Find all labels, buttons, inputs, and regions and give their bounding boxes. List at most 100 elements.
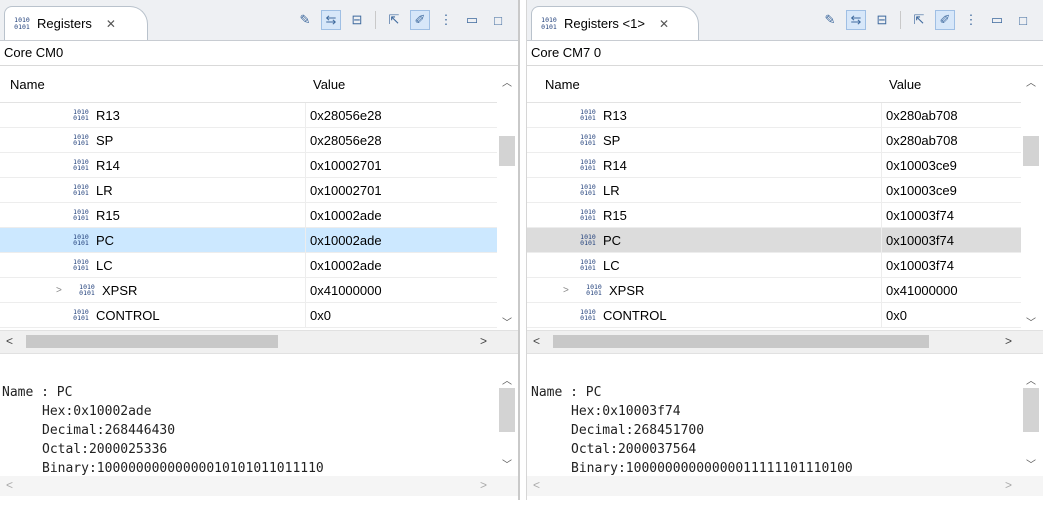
column-header-name[interactable]: Name bbox=[527, 77, 881, 92]
maximize-icon[interactable]: □ bbox=[1013, 10, 1033, 30]
registers-tab[interactable]: 1010 0101 Registers ✕ bbox=[4, 6, 148, 40]
register-value[interactable]: 0x10002701 bbox=[310, 158, 382, 173]
export-icon[interactable]: ⇱ bbox=[909, 10, 929, 30]
register-value[interactable]: 0x10003f74 bbox=[886, 258, 954, 273]
register-value[interactable]: 0x10002ade bbox=[310, 233, 382, 248]
table-row[interactable]: 1010 0101 R13 0x280ab708 bbox=[527, 103, 1021, 128]
scroll-right-arrow-icon[interactable]: > bbox=[480, 334, 487, 348]
register-icon: 1010 0101 bbox=[580, 232, 596, 247]
register-value[interactable]: 0x41000000 bbox=[310, 283, 382, 298]
scrollbar-thumb[interactable] bbox=[499, 388, 515, 432]
register-value[interactable]: 0x10003ce9 bbox=[886, 158, 957, 173]
edit-icon[interactable]: ✐ bbox=[410, 10, 430, 30]
column-header-name[interactable]: Name bbox=[0, 77, 305, 92]
table-row[interactable]: 1010 0101 R14 0x10002701 bbox=[0, 153, 497, 178]
registers-tab[interactable]: 1010 0101 Registers <1> ✕ bbox=[531, 6, 699, 40]
scroll-up-arrow-icon[interactable]: ︿ bbox=[497, 74, 517, 89]
scroll-right-arrow-icon[interactable]: > bbox=[1005, 334, 1012, 348]
scroll-up-arrow-icon[interactable]: ︿ bbox=[1021, 74, 1041, 89]
collapse-all-icon[interactable]: ⊟ bbox=[347, 10, 367, 30]
scroll-up-arrow-icon[interactable]: ︿ bbox=[1021, 372, 1041, 387]
register-value[interactable]: 0x10002ade bbox=[310, 208, 382, 223]
scroll-down-arrow-icon[interactable]: ﹀ bbox=[1021, 314, 1041, 329]
maximize-icon[interactable]: □ bbox=[488, 10, 508, 30]
register-name: R14 bbox=[96, 157, 120, 173]
register-icon: 1010 0101 bbox=[14, 16, 30, 31]
table-row[interactable]: 1010 0101 SP 0x280ab708 bbox=[527, 128, 1021, 153]
expand-chevron-icon[interactable]: > bbox=[563, 285, 573, 296]
table-row[interactable]: 1010 0101 SP 0x28056e28 bbox=[0, 128, 497, 153]
scroll-down-arrow-icon[interactable]: ﹀ bbox=[497, 314, 517, 329]
register-value[interactable]: 0x0 bbox=[886, 308, 907, 323]
table-row[interactable]: 1010 0101 R14 0x10003ce9 bbox=[527, 153, 1021, 178]
register-value[interactable]: 0x28056e28 bbox=[310, 133, 382, 148]
table-row-selected[interactable]: 1010 0101 PC 0x10003f74 bbox=[527, 228, 1021, 253]
register-value[interactable]: 0x28056e28 bbox=[310, 108, 382, 123]
add-register-group-icon[interactable]: ✎ bbox=[295, 10, 315, 30]
sync-icon[interactable]: ⇆ bbox=[846, 10, 866, 30]
register-name: XPSR bbox=[102, 282, 138, 298]
register-value[interactable]: 0x10003ce9 bbox=[886, 183, 957, 198]
table-row[interactable]: 1010 0101 R15 0x10003f74 bbox=[527, 203, 1021, 228]
view-tab-bar: 1010 0101 Registers <1> ✕ ✎ ⇆ ⊟ ⇱ ✐ ⋮ ▭ □ bbox=[527, 0, 1043, 41]
close-tab-icon[interactable]: ✕ bbox=[106, 17, 116, 31]
scroll-down-arrow-icon[interactable]: ﹀ bbox=[497, 456, 517, 471]
table-row[interactable]: >1010 0101 XPSR 0x41000000 bbox=[0, 278, 497, 303]
register-value[interactable]: 0x280ab708 bbox=[886, 108, 958, 123]
scrollbar-thumb[interactable] bbox=[26, 335, 278, 348]
table-vertical-scrollbar[interactable]: ︿ ﹀ bbox=[1021, 66, 1041, 332]
scroll-left-arrow-icon[interactable]: < bbox=[6, 478, 13, 492]
table-row[interactable]: >1010 0101 XPSR 0x41000000 bbox=[527, 278, 1021, 303]
details-horizontal-scrollbar[interactable]: < > bbox=[527, 476, 1043, 496]
register-value[interactable]: 0x10003f74 bbox=[886, 208, 954, 223]
minimize-icon[interactable]: ▭ bbox=[987, 10, 1007, 30]
table-row[interactable]: 1010 0101 LR 0x10003ce9 bbox=[527, 178, 1021, 203]
details-horizontal-scrollbar[interactable]: < > bbox=[0, 476, 518, 496]
table-horizontal-scrollbar[interactable]: < > bbox=[527, 330, 1043, 354]
table-row[interactable]: 1010 0101 CONTROL 0x0 bbox=[527, 303, 1021, 328]
details-vertical-scrollbar[interactable]: ︿ ﹀ bbox=[1021, 364, 1041, 474]
register-value[interactable]: 0x10002ade bbox=[310, 258, 382, 273]
table-row[interactable]: 1010 0101 R13 0x28056e28 bbox=[0, 103, 497, 128]
register-value[interactable]: 0x10003f74 bbox=[886, 233, 954, 248]
scroll-right-arrow-icon[interactable]: > bbox=[480, 478, 487, 492]
register-value[interactable]: 0x10002701 bbox=[310, 183, 382, 198]
register-value[interactable]: 0x280ab708 bbox=[886, 133, 958, 148]
scroll-left-arrow-icon[interactable]: < bbox=[533, 478, 540, 492]
collapse-all-icon[interactable]: ⊟ bbox=[872, 10, 892, 30]
view-menu-icon[interactable]: ⋮ bbox=[961, 10, 981, 30]
scrollbar-thumb[interactable] bbox=[1023, 388, 1039, 432]
table-row[interactable]: 1010 0101 LC 0x10003f74 bbox=[527, 253, 1021, 278]
table-row[interactable]: 1010 0101 LR 0x10002701 bbox=[0, 178, 497, 203]
table-vertical-scrollbar[interactable]: ︿ ﹀ bbox=[497, 66, 517, 332]
scroll-left-arrow-icon[interactable]: < bbox=[533, 334, 540, 348]
scrollbar-thumb[interactable] bbox=[499, 136, 515, 166]
table-horizontal-scrollbar[interactable]: < > bbox=[0, 330, 518, 354]
register-value[interactable]: 0x41000000 bbox=[886, 283, 958, 298]
view-menu-icon[interactable]: ⋮ bbox=[436, 10, 456, 30]
register-value[interactable]: 0x0 bbox=[310, 308, 331, 323]
close-tab-icon[interactable]: ✕ bbox=[659, 17, 669, 31]
scroll-up-arrow-icon[interactable]: ︿ bbox=[497, 372, 517, 387]
table-row[interactable]: 1010 0101 LC 0x10002ade bbox=[0, 253, 497, 278]
expand-chevron-icon[interactable]: > bbox=[56, 285, 66, 296]
scrollbar-thumb[interactable] bbox=[553, 335, 929, 348]
register-name: PC bbox=[96, 232, 115, 248]
register-name: LR bbox=[603, 182, 620, 198]
column-header-value[interactable]: Value bbox=[881, 77, 921, 92]
minimize-icon[interactable]: ▭ bbox=[462, 10, 482, 30]
add-register-group-icon[interactable]: ✎ bbox=[820, 10, 840, 30]
table-row[interactable]: 1010 0101 R15 0x10002ade bbox=[0, 203, 497, 228]
column-header-value[interactable]: Value bbox=[305, 77, 345, 92]
scrollbar-thumb[interactable] bbox=[1023, 136, 1039, 166]
scroll-right-arrow-icon[interactable]: > bbox=[1005, 478, 1012, 492]
scroll-down-arrow-icon[interactable]: ﹀ bbox=[1021, 456, 1041, 471]
table-row[interactable]: 1010 0101 CONTROL 0x0 bbox=[0, 303, 497, 328]
scroll-left-arrow-icon[interactable]: < bbox=[6, 334, 13, 348]
details-vertical-scrollbar[interactable]: ︿ ﹀ bbox=[497, 364, 517, 474]
table-row-selected[interactable]: 1010 0101 PC 0x10002ade bbox=[0, 228, 497, 253]
export-icon[interactable]: ⇱ bbox=[384, 10, 404, 30]
register-icon: 1010 0101 bbox=[73, 232, 89, 247]
edit-icon[interactable]: ✐ bbox=[935, 10, 955, 30]
sync-icon[interactable]: ⇆ bbox=[321, 10, 341, 30]
